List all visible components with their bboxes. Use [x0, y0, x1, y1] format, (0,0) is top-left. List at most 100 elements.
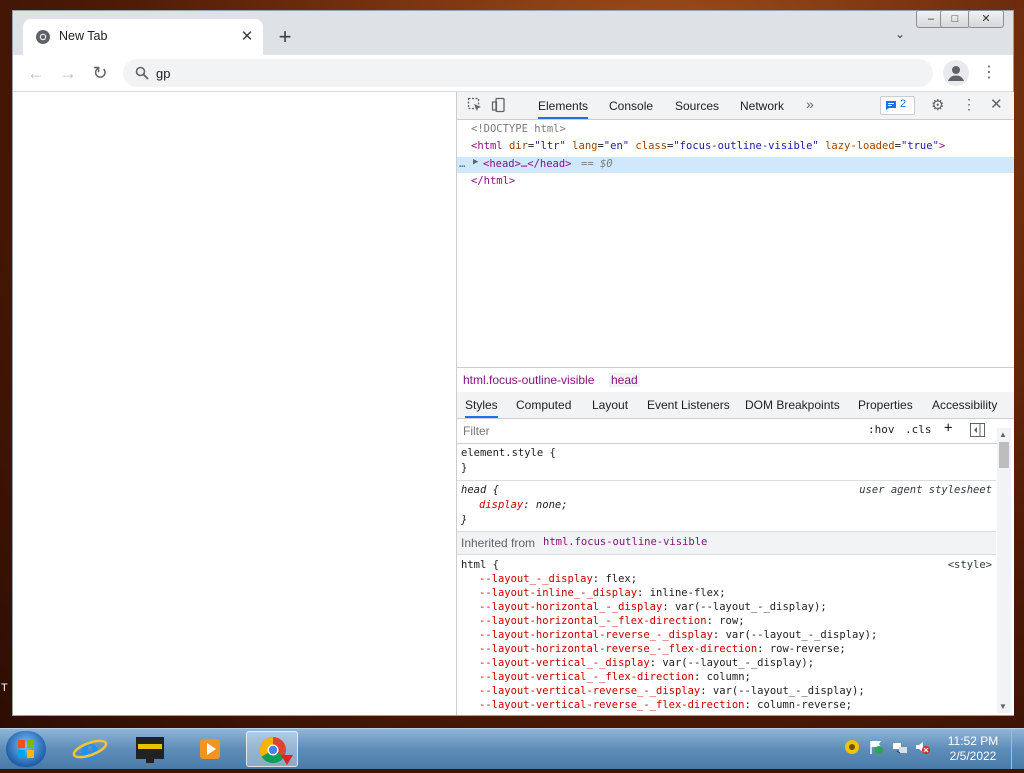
dom-doctype[interactable]: <!DOCTYPE html> — [471, 123, 566, 135]
tab-event-listeners[interactable]: Event Listeners — [647, 398, 730, 412]
scroll-up-arrow-icon[interactable]: ▲ — [999, 430, 1007, 439]
network-icon[interactable] — [892, 739, 908, 755]
maximize-button[interactable]: □ — [940, 10, 970, 28]
start-button[interactable] — [6, 731, 46, 767]
attr-name: lazy-loaded — [825, 140, 895, 152]
action-center-flag-icon[interactable] — [868, 739, 884, 755]
attr-value: "ltr" — [534, 140, 566, 152]
hov-button[interactable]: :hov — [868, 423, 895, 436]
rule-source[interactable]: <style> — [948, 559, 992, 571]
address-input[interactable] — [156, 62, 856, 84]
show-desktop-button[interactable] — [1011, 729, 1024, 769]
windows-logo-icon — [18, 740, 34, 758]
settings-gear-icon[interactable]: ⚙ — [931, 96, 944, 114]
new-style-rule-button[interactable]: + — [944, 420, 952, 436]
breadcrumb-item-head[interactable]: head — [609, 373, 640, 387]
rule-selector: element.style { — [461, 447, 556, 459]
scroll-thumb[interactable] — [999, 442, 1009, 468]
css-property: display — [479, 499, 524, 511]
toggle-sidebar-icon[interactable] — [970, 423, 985, 437]
more-tabs-chevron-icon[interactable]: » — [806, 96, 814, 112]
tab-close-icon[interactable]: ✕ — [237, 27, 257, 47]
css-declaration: --layout-vertical_-_display: var(--layou… — [479, 657, 815, 669]
tab-network[interactable]: Network — [740, 99, 784, 113]
styles-scrollbar[interactable]: ▲ ▼ — [997, 428, 1011, 713]
expand-triangle-icon[interactable]: ▶ — [473, 157, 478, 167]
taskbar-chrome[interactable] — [246, 731, 298, 767]
rule-source[interactable]: user agent stylesheet — [859, 484, 992, 496]
forward-arrow-icon[interactable]: → — [55, 60, 81, 86]
tab-layout[interactable]: Layout — [592, 398, 628, 412]
tab-properties[interactable]: Properties — [858, 398, 913, 412]
dom-html-close[interactable]: </html> — [471, 175, 515, 187]
scroll-down-arrow-icon[interactable]: ▼ — [999, 702, 1007, 711]
volume-muted-icon[interactable] — [914, 739, 930, 755]
css-value: var(--layout_-_display); — [712, 685, 865, 697]
filter-input[interactable] — [463, 423, 853, 439]
user-tray-icon[interactable] — [844, 739, 860, 755]
search-icon — [135, 66, 149, 80]
devtools-close-icon[interactable]: ✕ — [990, 95, 1003, 113]
device-toolbar-icon[interactable] — [491, 97, 507, 113]
tab-console[interactable]: Console — [609, 99, 653, 113]
css-value: column; — [706, 671, 751, 683]
rule-close-brace: } — [461, 514, 468, 526]
inspect-element-icon[interactable] — [467, 97, 483, 113]
taskbar-media-center[interactable] — [124, 731, 176, 767]
chrome-favicon-icon — [36, 30, 50, 44]
element-style-rule[interactable]: element.style { } — [457, 444, 996, 481]
clock[interactable]: 11:52 PM 2/5/2022 — [944, 734, 1002, 764]
attr-name: dir — [508, 140, 528, 152]
devtools-menu-icon[interactable]: ⋮ — [962, 96, 976, 113]
css-property: --layout-horizontal-reverse_-_flex-direc… — [479, 643, 758, 655]
close-window-button[interactable]: ✕ — [968, 10, 1004, 28]
css-property: --layout-horizontal_-_display — [479, 601, 663, 613]
tab-accessibility[interactable]: Accessibility — [932, 398, 997, 412]
attr-value: "en" — [603, 140, 630, 152]
back-arrow-icon[interactable]: ← — [23, 60, 49, 86]
page-viewport — [13, 92, 456, 715]
css-declaration: --layout-horizontal-reverse_-_display: v… — [479, 629, 878, 641]
head-style-rule[interactable]: head { user agent stylesheet display: no… — [457, 481, 996, 532]
css-declaration: --layout_-_display: flex; — [479, 573, 638, 585]
omnibox[interactable] — [123, 59, 933, 87]
tab-computed[interactable]: Computed — [516, 398, 571, 412]
tab-new-tab[interactable]: New Tab ✕ — [23, 19, 263, 55]
html-tag-end: > — [938, 140, 946, 152]
css-property: --layout-vertical_-_flex-direction — [479, 671, 694, 683]
taskbar-media-player[interactable] — [184, 731, 236, 767]
html-tag-start: <html — [471, 140, 503, 152]
profile-avatar-icon[interactable] — [943, 60, 969, 86]
tab-title: New Tab — [59, 29, 108, 43]
tab-search-chevron-icon[interactable]: ⌄ — [895, 27, 905, 41]
tab-sources[interactable]: Sources — [675, 99, 719, 113]
css-value: row; — [719, 615, 745, 627]
css-declaration: --layout-inline_-_display: inline-flex; — [479, 587, 726, 599]
chrome-window: New Tab ✕ + ⌄ – □ ✕ ← → ↻ ⋮ — [12, 10, 1014, 716]
cls-button[interactable]: .cls — [905, 423, 932, 436]
tab-elements[interactable]: Elements — [538, 99, 589, 119]
styles-pane: element.style { } head { user agent styl… — [457, 444, 996, 715]
devtools-panel: Elements Console Sources Network » 2 ⚙ ⋮… — [456, 92, 1014, 715]
css-property: --layout-inline_-_display — [479, 587, 638, 599]
css-value: none; — [535, 499, 568, 511]
dom-head-selected[interactable]: … ▶ <head>…</head> == $0 — [457, 157, 1014, 173]
reload-icon[interactable]: ↻ — [87, 60, 113, 86]
css-property: --layout-horizontal-reverse_-_display — [479, 629, 713, 641]
taskbar-internet-explorer[interactable]: e — [64, 731, 116, 768]
dom-ellipsis-dots[interactable]: … — [459, 158, 465, 170]
new-tab-button[interactable]: + — [273, 26, 297, 50]
inherited-link[interactable]: html.focus-outline-visible — [543, 536, 707, 548]
css-declaration: --layout-vertical-reverse_-_display: var… — [479, 685, 865, 697]
css-declaration: --layout-horizontal_-_display: var(--lay… — [479, 601, 827, 613]
tab-styles[interactable]: Styles — [465, 398, 498, 418]
issues-button[interactable]: 2 — [880, 96, 915, 115]
html-style-rule[interactable]: html { <style> --layout_-_display: flex;… — [457, 555, 996, 715]
svg-text:e: e — [80, 733, 99, 767]
dom-html-open[interactable]: <html dir="ltr" lang="en" class="focus-o… — [471, 140, 945, 152]
message-icon — [886, 101, 896, 110]
tab-dom-breakpoints[interactable]: DOM Breakpoints — [745, 398, 840, 412]
breadcrumb-item-html[interactable]: html.focus-outline-visible — [463, 373, 594, 387]
css-property: --layout_-_display — [479, 573, 593, 585]
browser-menu-icon[interactable]: ⋮ — [979, 60, 999, 86]
